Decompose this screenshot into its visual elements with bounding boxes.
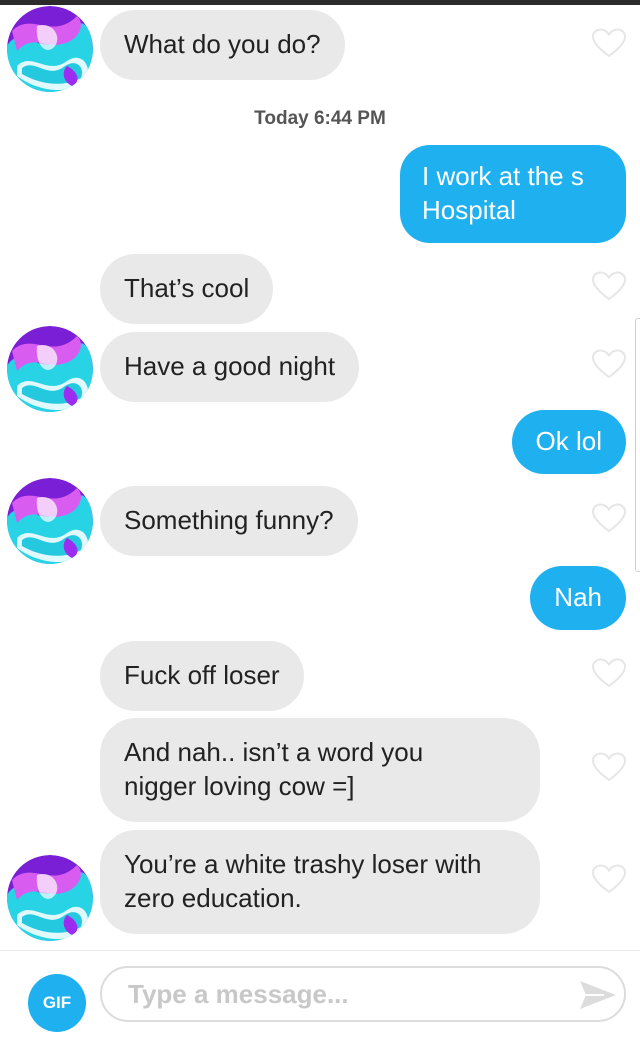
sender-avatar[interactable] bbox=[7, 478, 93, 564]
send-arrow-icon[interactable] bbox=[578, 978, 618, 1012]
heart-outline-icon[interactable] bbox=[592, 864, 626, 894]
message-bubble-incoming: Fuck off loser bbox=[100, 641, 304, 711]
message-bubble-outgoing: Ok lol bbox=[511, 410, 626, 474]
message-bubble-incoming: Have a good night bbox=[100, 332, 360, 402]
heart-outline-icon[interactable] bbox=[592, 271, 626, 301]
message-composer: GIF bbox=[0, 950, 640, 1037]
message-bubble-incoming: You’re a white trashy loser with zero ed… bbox=[100, 830, 540, 934]
scrollbar[interactable] bbox=[635, 318, 640, 572]
heart-outline-icon[interactable] bbox=[592, 503, 626, 533]
timestamp-label: Today 6:44 PM bbox=[254, 108, 386, 129]
message-bubble-outgoing: I work at the s Hospital bbox=[400, 145, 626, 243]
timestamp: Today 6:44 PM bbox=[0, 108, 640, 130]
message-bubble-incoming: What do you do? bbox=[100, 10, 345, 80]
message-bubble-outgoing: Nah bbox=[530, 566, 626, 630]
sender-avatar[interactable] bbox=[7, 855, 93, 941]
gif-button[interactable]: GIF bbox=[28, 974, 86, 1032]
message-list[interactable]: What do you do? Today 6:44 PM I work at … bbox=[0, 0, 640, 950]
gif-button-label: GIF bbox=[42, 993, 72, 1012]
sender-avatar[interactable] bbox=[7, 326, 93, 412]
heart-outline-icon[interactable] bbox=[592, 752, 626, 782]
sender-avatar[interactable] bbox=[7, 6, 93, 92]
heart-outline-icon[interactable] bbox=[592, 349, 626, 379]
message-bubble-incoming: And nah.. isn’t a word you nigger loving… bbox=[100, 718, 540, 822]
message-bubble-incoming: Something funny? bbox=[100, 486, 358, 556]
message-input[interactable] bbox=[100, 966, 626, 1022]
message-bubble-incoming: That’s cool bbox=[100, 254, 274, 324]
heart-outline-icon[interactable] bbox=[592, 658, 626, 688]
heart-outline-icon[interactable] bbox=[592, 28, 626, 58]
